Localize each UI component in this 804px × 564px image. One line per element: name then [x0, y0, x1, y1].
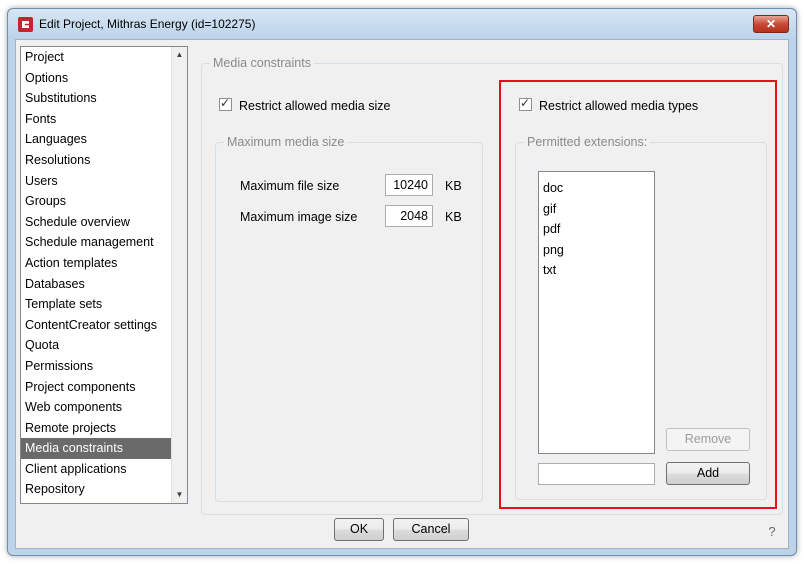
permitted-extensions-list[interactable]: doc gif pdf png txt — [538, 171, 655, 454]
restrict-media-types-checkbox[interactable]: ✓ Restrict allowed media types — [519, 96, 699, 113]
sidebar-item-schedule-overview[interactable]: Schedule overview — [21, 212, 171, 233]
list-item[interactable]: gif — [543, 199, 654, 220]
maximum-media-size-title: Maximum media size — [224, 135, 348, 149]
max-file-size-label: Maximum file size — [240, 179, 340, 193]
restrict-media-types-label: Restrict allowed media types — [539, 99, 699, 113]
checkmark-icon: ✓ — [220, 96, 231, 110]
dialog-client-area: Project Options Substitutions Fonts Lang… — [15, 39, 789, 549]
sidebar-item-groups[interactable]: Groups — [21, 191, 171, 212]
sidebar-item-template-sets[interactable]: Template sets — [21, 294, 171, 315]
scroll-down-arrow-icon[interactable]: ▼ — [172, 487, 187, 503]
sidebar-item-project-components[interactable]: Project components — [21, 377, 171, 398]
sidebar-item-users[interactable]: Users — [21, 171, 171, 192]
checkmark-icon: ✓ — [520, 96, 531, 110]
ok-button[interactable]: OK — [334, 518, 384, 541]
sidebar-item-fonts[interactable]: Fonts — [21, 109, 171, 130]
sidebar-item-resolutions[interactable]: Resolutions — [21, 150, 171, 171]
project-settings-list[interactable]: Project Options Substitutions Fonts Lang… — [20, 46, 188, 504]
new-extension-input[interactable] — [538, 463, 655, 485]
sidebar-item-client-applications[interactable]: Client applications — [21, 459, 171, 480]
add-extension-button[interactable]: Add — [666, 462, 750, 485]
app-logo-icon — [18, 17, 33, 32]
cancel-button[interactable]: Cancel — [393, 518, 469, 541]
scroll-up-arrow-icon[interactable]: ▲ — [172, 47, 187, 63]
sidebar-item-remote-projects[interactable]: Remote projects — [21, 418, 171, 439]
help-icon[interactable]: ? — [764, 524, 780, 540]
sidebar-item-substitutions[interactable]: Substitutions — [21, 88, 171, 109]
sidebar-item-permissions[interactable]: Permissions — [21, 356, 171, 377]
max-image-size-unit: KB — [445, 210, 462, 224]
sidebar-item-project[interactable]: Project — [21, 47, 171, 68]
sidebar-item-schedule-management[interactable]: Schedule management — [21, 232, 171, 253]
max-image-size-input[interactable] — [385, 205, 433, 227]
edit-project-dialog: Edit Project, Mithras Energy (id=102275)… — [7, 8, 797, 556]
max-file-size-input[interactable] — [385, 174, 433, 196]
list-item[interactable]: doc — [543, 178, 654, 199]
sidebar-item-action-templates[interactable]: Action templates — [21, 253, 171, 274]
remove-extension-button[interactable]: Remove — [666, 428, 750, 451]
sidebar-item-repository[interactable]: Repository — [21, 479, 171, 500]
media-constraints-title: Media constraints — [210, 56, 314, 70]
restrict-media-size-checkbox[interactable]: ✓ Restrict allowed media size — [219, 96, 391, 113]
list-item[interactable]: txt — [543, 260, 654, 281]
sidebar-scrollbar[interactable]: ▲ ▼ — [171, 47, 187, 503]
permitted-extensions-title: Permitted extensions: — [524, 135, 651, 149]
window-title: Edit Project, Mithras Energy (id=102275) — [39, 17, 256, 31]
sidebar-item-web-components[interactable]: Web components — [21, 397, 171, 418]
sidebar-item-languages[interactable]: Languages — [21, 129, 171, 150]
maximum-media-size-group: Maximum media size — [215, 135, 483, 502]
sidebar-item-contentcreator-settings[interactable]: ContentCreator settings — [21, 315, 171, 336]
restrict-media-size-label: Restrict allowed media size — [239, 99, 391, 113]
list-item[interactable]: png — [543, 240, 654, 261]
checkbox-box[interactable]: ✓ — [519, 96, 532, 111]
sidebar-item-quota[interactable]: Quota — [21, 335, 171, 356]
max-file-size-unit: KB — [445, 179, 462, 193]
sidebar-item-media-constraints[interactable]: Media constraints — [21, 438, 171, 459]
max-image-size-label: Maximum image size — [240, 210, 358, 224]
sidebar-item-databases[interactable]: Databases — [21, 274, 171, 295]
sidebar-item-options[interactable]: Options — [21, 68, 171, 89]
checkbox-box[interactable]: ✓ — [219, 96, 232, 111]
list-item[interactable]: pdf — [543, 219, 654, 240]
title-bar: Edit Project, Mithras Energy (id=102275)… — [8, 9, 796, 39]
close-button[interactable]: ✕ — [753, 15, 789, 33]
sidebar-items: Project Options Substitutions Fonts Lang… — [21, 47, 171, 503]
